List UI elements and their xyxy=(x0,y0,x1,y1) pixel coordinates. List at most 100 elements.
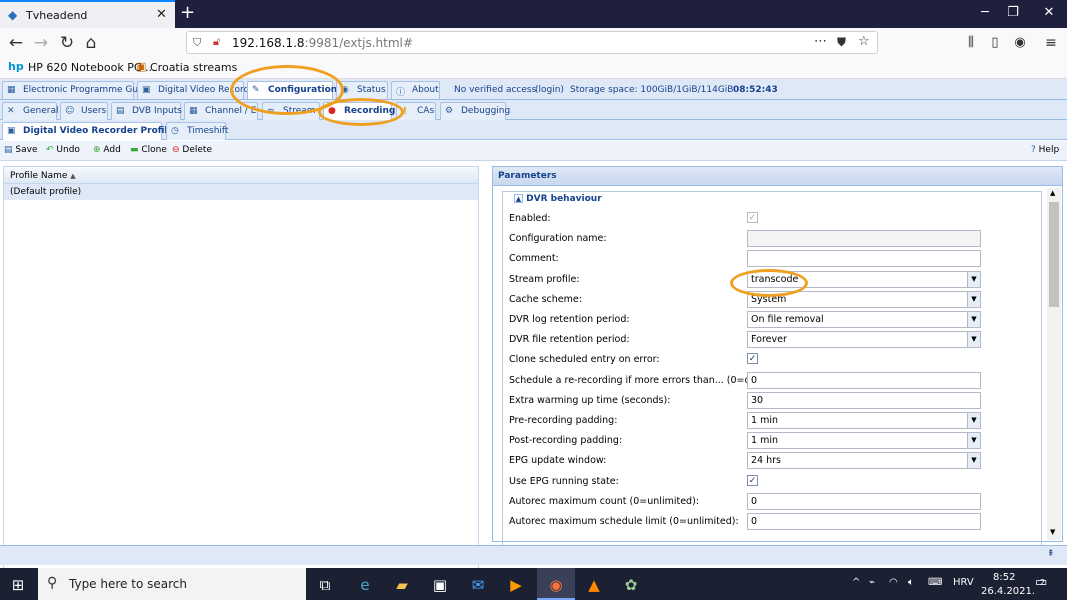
file-explorer-icon[interactable]: ▰ xyxy=(393,576,411,594)
save-button[interactable]: ▤ Save xyxy=(4,145,37,155)
add-button[interactable]: ⊕ Add xyxy=(93,145,121,155)
subtab-general[interactable]: ✕ General xyxy=(2,102,58,120)
restore-icon[interactable]: ❐ xyxy=(998,5,1028,20)
subtab-users[interactable]: ☺ Users xyxy=(60,102,108,120)
language-indicator[interactable]: HRV xyxy=(953,577,974,588)
browser-navbar: ← → ↻ ⌂ ⛉ 🔓︎ 192.168.1.8:9981/extjs.html… xyxy=(0,28,1067,57)
clock-date[interactable]: 26.4.2021. xyxy=(981,586,1035,597)
insecure-lock-icon[interactable]: 🔓︎ xyxy=(213,35,220,49)
dvr-behaviour-legend[interactable]: ▲ DVR behaviour xyxy=(511,194,605,204)
bookmark-croatia[interactable]: Croatia streams xyxy=(150,61,237,74)
app-icon[interactable]: ✿ xyxy=(622,576,640,594)
dropdown-arrow-icon[interactable]: ▼ xyxy=(967,413,980,428)
table-row[interactable]: (Default profile) xyxy=(4,184,478,200)
params-scrollbar[interactable]: ▲ ▼ xyxy=(1047,188,1061,540)
task-view-icon[interactable]: ⧉ xyxy=(316,576,334,594)
field-select[interactable]: System ▼ xyxy=(747,290,981,308)
wifi-icon[interactable]: ◠ xyxy=(889,577,898,588)
field-select[interactable]: transcode ▼ xyxy=(747,270,981,288)
scroll-thumb[interactable] xyxy=(1049,202,1059,307)
field-select[interactable]: 1 min ▼ xyxy=(747,412,981,429)
close-window-icon[interactable]: ✕ xyxy=(1034,5,1064,20)
field-input[interactable]: 0 xyxy=(747,371,981,389)
scroll-down-icon[interactable]: ▼ xyxy=(1050,528,1055,536)
pocket-icon[interactable]: ⛊ xyxy=(837,35,846,50)
page-actions-icon[interactable]: ⋯ xyxy=(814,34,827,49)
subtab-channel-epg[interactable]: ▦Channel / EPG xyxy=(184,102,258,120)
field-checkbox[interactable]: ✓ xyxy=(747,474,758,486)
field-row: Stream profile: transcode ▼ xyxy=(509,270,989,291)
dropdown-arrow-icon[interactable]: ▼ xyxy=(967,271,980,287)
tray-overflow-icon[interactable]: ^ xyxy=(852,577,860,588)
delete-button[interactable]: ⊖ Delete xyxy=(172,145,212,155)
close-tab-icon[interactable]: ✕ xyxy=(156,7,167,22)
field-input[interactable] xyxy=(747,230,981,248)
field-input[interactable]: 0 xyxy=(747,492,981,510)
sidebar-icon[interactable]: ▯ xyxy=(984,32,1006,54)
reload-icon[interactable]: ↻ xyxy=(56,32,78,54)
menu-icon[interactable]: ≡ xyxy=(1040,32,1062,54)
field-select[interactable]: On file removal ▼ xyxy=(747,311,981,328)
tab-status[interactable]: ◉ Status xyxy=(336,81,388,99)
library-icon[interactable]: ⫼ xyxy=(960,32,982,54)
vlc-icon[interactable]: ▲ xyxy=(585,576,603,594)
column-profile-name[interactable]: Profile Name ▲ xyxy=(4,167,478,184)
volume-icon[interactable]: 🔈︎ xyxy=(908,577,914,588)
windows-start-icon[interactable]: ⊞ xyxy=(9,576,27,594)
dropdown-arrow-icon[interactable]: ▼ xyxy=(967,312,980,327)
shield-icon[interactable]: ⛉ xyxy=(193,36,201,50)
field-label: Post-recording padding: xyxy=(509,435,623,447)
subtab-dvr-profiles[interactable]: ▣ Digital Video Recorder Profiles xyxy=(2,122,179,140)
dropdown-arrow-icon[interactable]: ▼ xyxy=(967,433,980,449)
store-icon[interactable]: ▣ xyxy=(431,576,449,594)
dropdown-arrow-icon[interactable]: ▼ xyxy=(967,291,980,307)
expand-icon[interactable]: ⇞ xyxy=(1047,549,1055,559)
edge-icon[interactable]: e xyxy=(356,576,374,594)
home-icon[interactable]: ⌂ xyxy=(80,32,102,54)
clone-button[interactable]: ▬ Clone xyxy=(130,145,167,155)
scroll-up-icon[interactable]: ▲ xyxy=(1050,189,1055,197)
subtab-stream[interactable]: ≈ Stream xyxy=(262,102,320,120)
undo-button[interactable]: ↶ Undo xyxy=(46,145,80,155)
back-icon[interactable]: ← xyxy=(5,32,27,54)
field-checkbox[interactable]: ✓ xyxy=(747,353,758,365)
bookmark-star-icon[interactable]: ☆ xyxy=(858,34,870,49)
firefox-taskbar-item[interactable]: ◉ xyxy=(537,568,575,600)
subtab-cas[interactable]: ⚷ CAs xyxy=(396,102,436,120)
field-checkbox[interactable]: ✓ xyxy=(747,212,758,223)
account-icon[interactable]: ◉ xyxy=(1009,32,1031,54)
minimize-icon[interactable]: ─ xyxy=(970,5,1000,20)
field-select[interactable]: 24 hrs ▼ xyxy=(747,452,981,470)
field-input[interactable] xyxy=(747,250,981,268)
mail-icon[interactable]: ✉ xyxy=(469,576,487,594)
subtab-recording[interactable]: ● Recording xyxy=(323,102,395,120)
field-input[interactable]: 0 xyxy=(747,513,981,530)
field-select[interactable]: Forever ▼ xyxy=(747,331,981,349)
subtab-dvb-inputs[interactable]: ▤ DVB Inputs xyxy=(111,102,182,120)
network-icon[interactable]: ⌁ xyxy=(869,577,875,588)
keyboard-icon[interactable]: ⌨ xyxy=(928,577,942,588)
help-button[interactable]: ? Help xyxy=(1031,145,1059,155)
browser-tab[interactable]: ◆ Tvheadend ✕ xyxy=(0,0,175,28)
sort-asc-icon: ▲ xyxy=(70,172,76,180)
media-player-icon[interactable]: ▶ xyxy=(507,576,525,594)
browser-tab-strip: ◆ Tvheadend ✕ + ─ ❐ ✕ xyxy=(0,0,1067,28)
url-bar[interactable]: ⛉ 🔓︎ 192.168.1.8:9981/extjs.html# ⋯ ⛊ ☆ xyxy=(186,31,878,54)
tab-dvr[interactable]: ▣ Digital Video Recorder xyxy=(137,81,258,99)
field-select[interactable]: 1 min ▼ xyxy=(747,432,981,450)
taskbar-search[interactable]: ⚲ Type here to search xyxy=(38,568,306,600)
field-row: EPG update window: 24 hrs ▼ xyxy=(509,452,989,472)
collapse-icon[interactable]: ▲ xyxy=(514,194,523,203)
dropdown-arrow-icon[interactable]: ▼ xyxy=(967,453,980,469)
subtab-debugging[interactable]: ⚙ Debugging xyxy=(440,102,510,120)
tab-about[interactable]: ⓘ About xyxy=(391,81,440,99)
forward-icon[interactable]: → xyxy=(30,32,52,54)
dropdown-arrow-icon[interactable]: ▼ xyxy=(967,332,980,348)
field-input[interactable]: 30 xyxy=(747,391,981,409)
login-link[interactable]: (login) xyxy=(535,85,564,95)
subtab-timeshift[interactable]: ◷ Timeshift xyxy=(166,122,228,140)
new-tab-icon[interactable]: + xyxy=(180,2,195,23)
tab-configuration[interactable]: ✎ Configuration xyxy=(247,81,337,99)
clock-time[interactable]: 8:52 xyxy=(993,572,1015,583)
tab-epg[interactable]: ▦ Electronic Programme Guide xyxy=(2,81,152,99)
